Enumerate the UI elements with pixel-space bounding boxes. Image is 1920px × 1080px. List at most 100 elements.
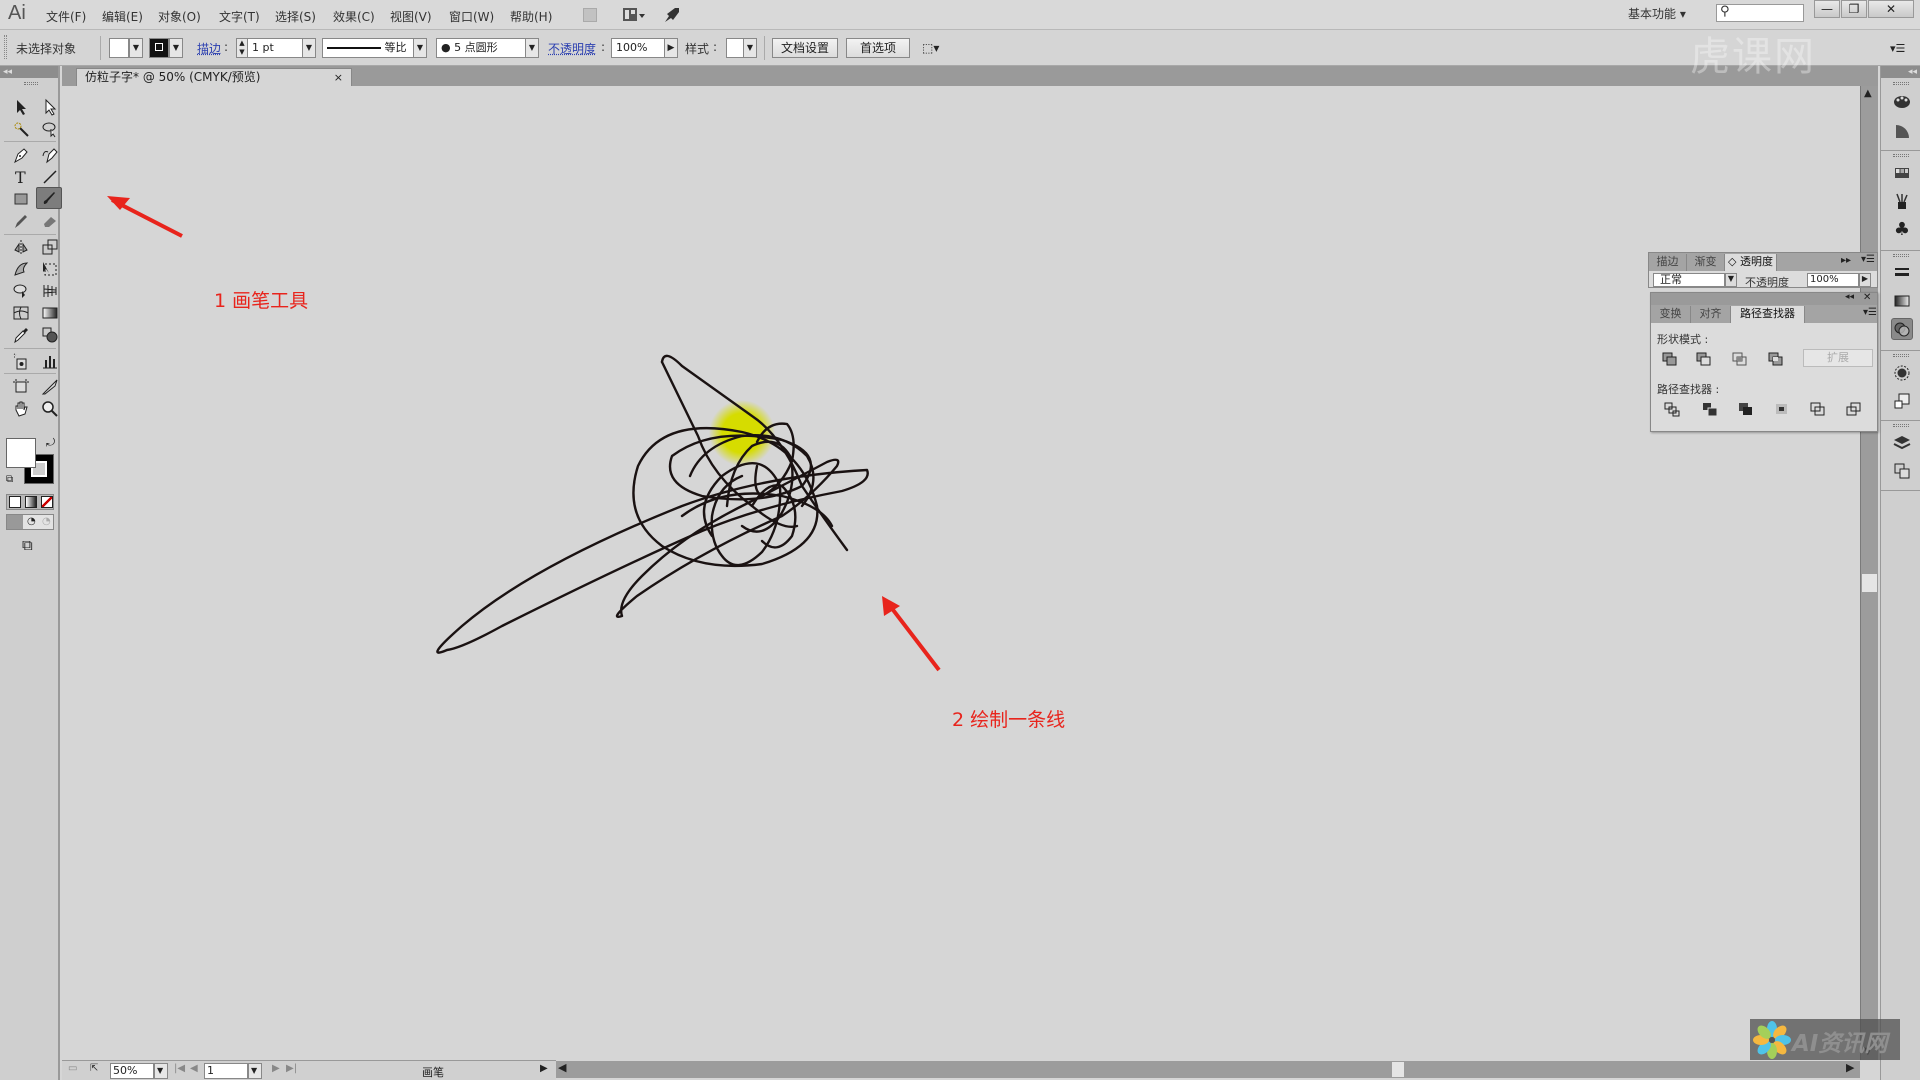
zoom-level-input[interactable]: 50% [110, 1063, 154, 1079]
opacity-link[interactable]: 不透明度 [548, 40, 596, 57]
stroke-panel-link[interactable]: 描边 [197, 40, 221, 57]
arrange-documents-icon[interactable] [622, 6, 645, 23]
scroll-up-arrow[interactable]: ▲ [1864, 88, 1872, 99]
dock-grip[interactable] [1893, 254, 1909, 257]
layers-panel-icon[interactable] [1891, 432, 1913, 454]
document-tab[interactable]: 仿粒子字* @ 50% (CMYK/预览) × [76, 68, 352, 86]
unite-button[interactable] [1661, 351, 1679, 367]
direct-selection-tool[interactable] [37, 96, 63, 118]
tab-transparency[interactable]: ◇ 透明度 [1725, 254, 1777, 271]
crop-button[interactable] [1773, 401, 1791, 417]
scroll-right-arrow[interactable]: ▶ [1846, 1061, 1854, 1074]
menu-view[interactable]: 视图(V) [390, 8, 432, 25]
panel-close-icon[interactable]: ✕ [1863, 292, 1871, 303]
panel-menu-icon[interactable]: ▾☰ [1863, 307, 1877, 318]
draw-inside-button[interactable]: ◔ [42, 516, 51, 527]
gpu-performance-icon[interactable] [663, 6, 681, 23]
document-setup-button[interactable]: 文档设置 [772, 38, 838, 58]
gradient-button[interactable] [25, 496, 37, 508]
stroke-panel-icon[interactable] [1891, 262, 1913, 284]
blend-tool[interactable] [37, 324, 63, 346]
last-artboard-icon[interactable]: ▶| [286, 1063, 297, 1074]
paintbrush-tool[interactable] [36, 187, 62, 209]
brush-dropdown[interactable]: ▼ [525, 38, 539, 58]
pen-tool[interactable] [8, 144, 34, 166]
blend-mode-dropdown[interactable]: ▼ [1725, 273, 1737, 287]
artboards-panel-icon[interactable] [1891, 460, 1913, 482]
profile-dropdown[interactable]: ▼ [413, 38, 427, 58]
curvature-pen-tool[interactable] [37, 144, 63, 166]
artboard-number-input[interactable]: 1 [204, 1063, 248, 1079]
brush-definition[interactable]: ● 5 点圆形 [436, 38, 526, 58]
zoom-dropdown[interactable]: ▼ [154, 1063, 168, 1079]
color-button[interactable] [9, 496, 21, 508]
help-search-input[interactable]: ⚲ [1716, 4, 1804, 22]
dock-grip[interactable] [1893, 82, 1909, 85]
tab-pathfinder[interactable]: 路径查找器 [1731, 306, 1805, 323]
toolbox-grip[interactable] [24, 82, 38, 85]
symbol-sprayer-tool[interactable] [8, 350, 34, 372]
pathfinder-panel-header[interactable]: ◂◂ ✕ [1651, 292, 1877, 305]
eyedropper-tool[interactable] [8, 324, 34, 346]
opacity-input[interactable]: 100% [611, 38, 665, 58]
hand-tool[interactable] [8, 398, 34, 420]
reflect-tool[interactable] [8, 236, 34, 258]
transparency-panel-icon[interactable] [1891, 318, 1913, 340]
default-colors-icon[interactable]: ⧉ [6, 474, 13, 485]
free-transform-tool[interactable] [37, 258, 63, 280]
minimize-button[interactable]: — [1814, 0, 1840, 18]
graphic-style-swatch[interactable] [726, 38, 744, 58]
draw-normal-button[interactable] [7, 515, 23, 529]
magic-wand-tool[interactable] [8, 118, 34, 140]
shape-builder-tool[interactable] [8, 280, 34, 302]
menu-select[interactable]: 选择(S) [275, 8, 316, 25]
zoom-tool[interactable] [37, 398, 63, 420]
menu-help[interactable]: 帮助(H) [510, 8, 552, 25]
draw-behind-button[interactable]: ◔ [27, 516, 36, 527]
eraser-tool[interactable] [37, 210, 63, 232]
blend-mode-select[interactable]: 正常 [1653, 273, 1725, 287]
fill-swatch[interactable] [109, 38, 129, 58]
selection-tool[interactable] [8, 96, 34, 118]
menu-type[interactable]: 文字(T) [219, 8, 260, 25]
swatches-panel-icon[interactable] [1891, 162, 1913, 184]
artboard-tool[interactable] [8, 376, 34, 398]
menu-edit[interactable]: 编辑(E) [102, 8, 143, 25]
fill-color-swatch[interactable] [6, 438, 36, 468]
stroke-dropdown[interactable]: ▼ [169, 38, 183, 58]
gradient-panel-icon[interactable] [1891, 290, 1913, 312]
scale-tool[interactable] [37, 236, 63, 258]
opacity-slider-toggle[interactable]: ▶ [664, 38, 678, 58]
variable-width-profile[interactable]: 等比 [322, 38, 414, 58]
artboard-canvas[interactable] [62, 86, 1858, 1060]
swap-fill-stroke-icon[interactable]: ⤾ [46, 436, 55, 450]
horizontal-scroll-thumb[interactable] [1392, 1062, 1404, 1077]
menu-object[interactable]: 对象(O) [158, 8, 201, 25]
horizontal-scrollbar[interactable]: ◀ ▶ [556, 1061, 1860, 1078]
tab-gradient[interactable]: 渐变 [1687, 254, 1725, 271]
panel-menu-icon[interactable]: ▾☰ [1861, 254, 1875, 265]
stroke-weight-stepper[interactable]: ▲ ▼ [236, 38, 248, 58]
line-segment-tool[interactable] [37, 166, 63, 188]
transparency-opacity-input[interactable]: 100% [1807, 273, 1859, 287]
vertical-scroll-thumb[interactable] [1862, 574, 1877, 592]
align-to-icon[interactable]: ⬚▾ [922, 41, 939, 55]
dock-collapse[interactable]: ◂◂ [1881, 66, 1920, 78]
intersect-button[interactable] [1731, 351, 1749, 367]
stroke-weight-dropdown[interactable]: ▼ [302, 38, 316, 58]
next-artboard-icon[interactable]: ▶ [272, 1063, 280, 1074]
panel-collapse-icon[interactable]: ◂◂ [1845, 292, 1854, 302]
pencil-tool[interactable] [8, 210, 34, 232]
gradient-tool[interactable] [37, 302, 63, 324]
tab-transform[interactable]: 变换 [1651, 306, 1691, 323]
slice-tool[interactable] [37, 376, 63, 398]
mesh-tool[interactable] [8, 302, 34, 324]
scroll-left-arrow[interactable]: ◀ [558, 1061, 566, 1074]
menu-effect[interactable]: 效果(C) [333, 8, 375, 25]
dock-grip[interactable] [1893, 424, 1909, 427]
share-icon[interactable]: ⇱ [90, 1063, 98, 1074]
outline-button[interactable] [1809, 401, 1827, 417]
menu-window[interactable]: 窗口(W) [449, 8, 494, 25]
exclude-button[interactable] [1767, 351, 1785, 367]
warp-tool[interactable] [8, 258, 34, 280]
